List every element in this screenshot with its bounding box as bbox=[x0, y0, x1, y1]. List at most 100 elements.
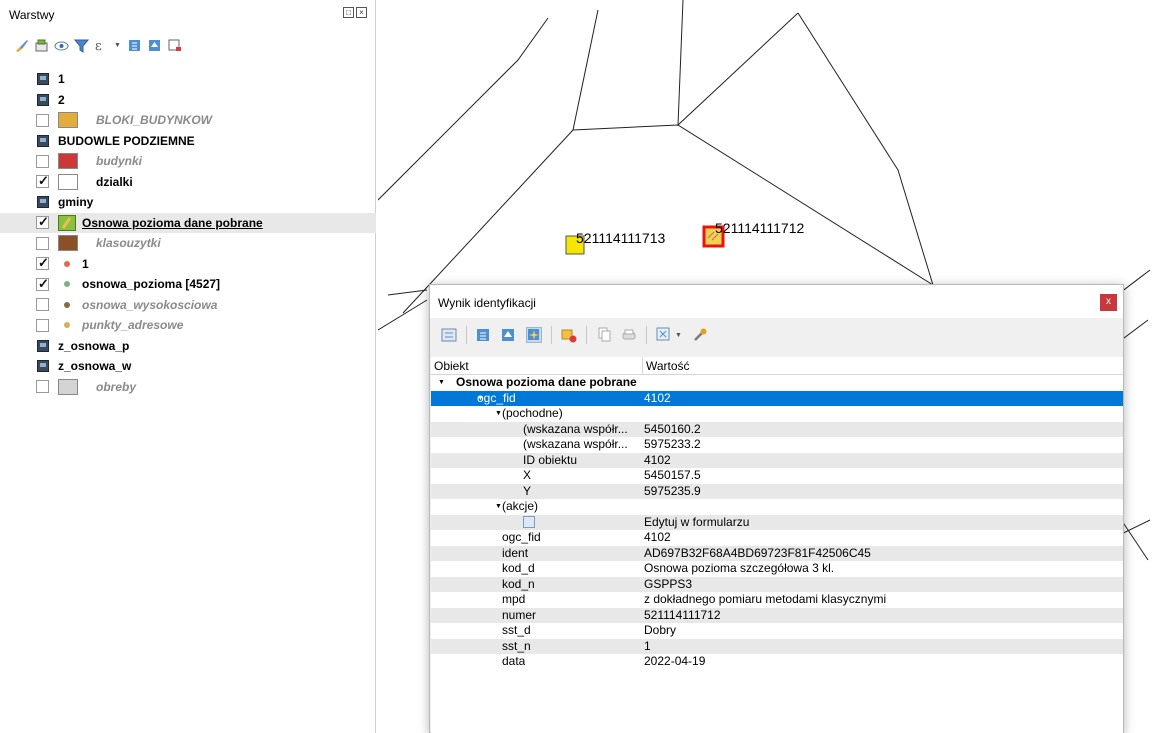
result-row[interactable]: ID obiektu 4102 bbox=[431, 452, 1123, 468]
layer-visibility-checkbox[interactable] bbox=[36, 318, 49, 332]
result-value: 4102 bbox=[644, 390, 671, 405]
result-row[interactable]: Edytuj w formularzu bbox=[431, 514, 1123, 530]
layer-item[interactable]: z_osnowa_p bbox=[0, 336, 376, 357]
layer-item[interactable]: Osnowa pozioma dane pobrane bbox=[0, 212, 376, 233]
close-button[interactable]: x bbox=[1100, 294, 1117, 311]
layer-item[interactable]: dzialki bbox=[0, 172, 376, 193]
header-object[interactable]: Obiekt bbox=[434, 359, 469, 373]
result-key: (akcje) bbox=[502, 499, 539, 513]
layer-item[interactable]: gminy bbox=[0, 192, 376, 213]
print-icon[interactable] bbox=[621, 327, 637, 343]
layer-visibility-checkbox[interactable] bbox=[36, 113, 49, 127]
layer-visibility-checkbox[interactable] bbox=[36, 154, 49, 168]
result-row[interactable]: kod_n GSPPS3 bbox=[431, 576, 1123, 592]
layer-item[interactable]: punkty_adresowe bbox=[0, 315, 376, 336]
form-icon[interactable] bbox=[523, 515, 535, 528]
expand-new-results-icon[interactable] bbox=[526, 327, 542, 343]
result-value: 5975235.9 bbox=[644, 483, 701, 498]
panel-title: Warstwy bbox=[9, 8, 55, 22]
polygon-symbol-icon bbox=[58, 173, 78, 190]
result-row[interactable]: mpd z dokładnego pomiaru metodami klasycz… bbox=[431, 592, 1123, 608]
layer-item[interactable]: z_osnowa_w bbox=[0, 356, 376, 377]
result-row[interactable]: X 5450157.5 bbox=[431, 468, 1123, 484]
result-row[interactable]: (wskazana współr... 5450160.2 bbox=[431, 421, 1123, 437]
result-key: (wskazana współr... bbox=[523, 437, 628, 451]
remove-layer-icon[interactable] bbox=[167, 38, 182, 53]
chevron-down-icon[interactable]: ▼ bbox=[114, 42, 122, 49]
clear-results-icon[interactable] bbox=[561, 327, 577, 343]
layer-visibility-checkbox[interactable] bbox=[36, 173, 49, 189]
dialog-toolbar: ▼ bbox=[430, 318, 1123, 352]
results-tree[interactable]: Obiekt Wartość ▼ Osnowa pozioma dane pobr… bbox=[431, 357, 1123, 733]
collapse-tree-icon[interactable] bbox=[501, 327, 517, 343]
layer-item[interactable]: 2 bbox=[0, 90, 376, 111]
settings-wrench-icon[interactable] bbox=[692, 327, 708, 343]
layer-item[interactable]: 1 bbox=[0, 69, 376, 90]
point-symbol-icon bbox=[64, 322, 70, 329]
layer-visibility-checkbox[interactable] bbox=[36, 236, 49, 250]
collapse-all-icon[interactable] bbox=[147, 38, 162, 53]
result-row[interactable]: ogc_fid 4102 bbox=[431, 530, 1123, 546]
chevron-down-icon[interactable]: ▼ bbox=[495, 406, 502, 421]
result-value: GSPPS3 bbox=[644, 576, 693, 591]
chevron-down-icon[interactable]: ▼ bbox=[495, 499, 502, 514]
tree-rows: ▼ Osnowa pozioma dane pobrane ▼ ogc_fid 4102… bbox=[431, 375, 1123, 670]
layer-group-icon bbox=[37, 360, 49, 373]
expression-filter-icon[interactable]: ε bbox=[94, 38, 109, 54]
header-value[interactable]: Wartość bbox=[646, 359, 690, 373]
visibility-eye-icon[interactable] bbox=[54, 38, 69, 53]
add-group-icon[interactable] bbox=[34, 38, 49, 53]
result-row[interactable]: ▼ (akcje) bbox=[431, 499, 1123, 515]
undock-icon[interactable]: □ bbox=[343, 7, 354, 18]
layer-visibility-checkbox[interactable] bbox=[36, 276, 49, 292]
result-key: numer bbox=[502, 607, 537, 622]
layer-name: Osnowa pozioma dane pobrane bbox=[82, 215, 263, 230]
form-view-icon[interactable] bbox=[441, 327, 457, 343]
close-panel-icon[interactable]: × bbox=[356, 7, 367, 18]
result-key: ident bbox=[502, 545, 529, 560]
chevron-down-icon[interactable]: ▼ bbox=[675, 332, 683, 339]
layer-item[interactable]: 1 bbox=[0, 254, 376, 275]
result-value[interactable]: Edytuj w formularzu bbox=[644, 515, 749, 530]
chevron-down-icon[interactable]: ▼ bbox=[438, 375, 445, 390]
layer-visibility-checkbox[interactable] bbox=[36, 298, 49, 312]
result-row[interactable]: (wskazana współr... 5975233.2 bbox=[431, 437, 1123, 453]
expand-all-icon[interactable] bbox=[127, 38, 142, 53]
style-brush-icon[interactable] bbox=[14, 38, 29, 53]
identify-mode-icon[interactable] bbox=[656, 327, 672, 343]
copy-icon[interactable] bbox=[596, 327, 612, 343]
layer-item[interactable]: osnowa_wysokosciowa bbox=[0, 295, 376, 316]
layer-group-icon bbox=[37, 134, 49, 147]
layer-item[interactable]: budynki bbox=[0, 151, 376, 172]
result-row[interactable]: ident AD697B32F68A4BD69723F81F42506C45 bbox=[431, 545, 1123, 561]
expand-tree-icon[interactable] bbox=[476, 327, 492, 343]
layer-item[interactable]: osnowa_pozioma [4527] bbox=[0, 274, 376, 295]
point-label: 521114111712 bbox=[715, 220, 805, 236]
result-row[interactable]: kod_d Osnowa pozioma szczegółowa 3 kl. bbox=[431, 561, 1123, 577]
filter-icon[interactable] bbox=[73, 38, 90, 53]
point-label: 521114111713 bbox=[576, 230, 666, 246]
layer-item[interactable]: BLOKI_BUDYNKOW bbox=[0, 110, 376, 131]
result-row[interactable]: sst_d Dobry bbox=[431, 623, 1123, 639]
result-row[interactable]: Y 5975235.9 bbox=[431, 483, 1123, 499]
result-value: AD697B32F68A4BD69723F81F42506C45 bbox=[644, 545, 871, 560]
result-key: X bbox=[523, 468, 532, 482]
result-row[interactable]: numer 521114111712 bbox=[431, 607, 1123, 623]
dialog-titlebar[interactable]: Wynik identyfikacji x bbox=[430, 285, 1123, 318]
result-key: ogc_fid bbox=[477, 390, 516, 405]
layer-item[interactable]: obreby bbox=[0, 377, 376, 398]
result-value: 5975233.2 bbox=[644, 437, 701, 451]
layer-visibility-checkbox[interactable] bbox=[36, 380, 49, 394]
result-row[interactable]: sst_n 1 bbox=[431, 638, 1123, 654]
result-row[interactable]: ▼ (pochodne) bbox=[431, 406, 1123, 422]
result-row[interactable]: ▼ ogc_fid 4102 bbox=[431, 390, 1123, 406]
layer-visibility-checkbox[interactable] bbox=[36, 255, 49, 271]
result-key: mpd bbox=[502, 592, 526, 606]
result-key: sst_n bbox=[502, 638, 531, 653]
result-row[interactable]: data 2022-04-19 bbox=[431, 654, 1123, 670]
layer-item[interactable]: BUDOWLE PODZIEMNE bbox=[0, 131, 376, 152]
result-row[interactable]: ▼ Osnowa pozioma dane pobrane bbox=[431, 375, 1123, 391]
layer-tree: 1 2 BLOKI_BUDYNKOW BUDOWLE PODZIEMNE budynki… bbox=[0, 69, 376, 397]
layer-item[interactable]: klasouzytki bbox=[0, 233, 376, 254]
layer-visibility-checkbox[interactable] bbox=[36, 214, 49, 230]
